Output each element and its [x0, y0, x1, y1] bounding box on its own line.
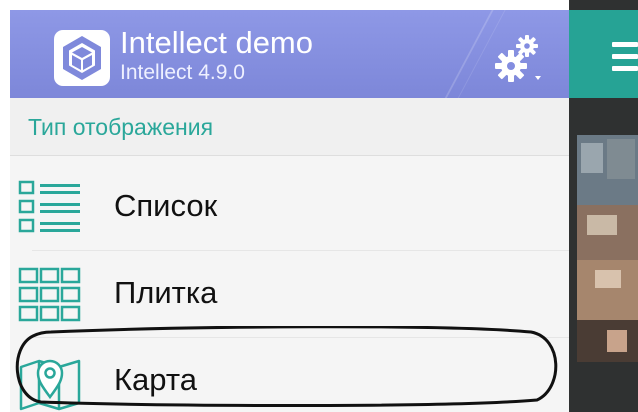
navigation-drawer: Intellect demo Intellect 4.9.0 Тип отобр… — [10, 10, 569, 412]
main-toolbar — [569, 10, 638, 98]
map-pin-icon — [19, 359, 81, 411]
settings-button[interactable] — [493, 32, 541, 84]
camera-thumbnail[interactable] — [577, 135, 638, 362]
app-title: Intellect demo — [120, 25, 313, 60]
drawer-header: Intellect demo Intellect 4.9.0 — [10, 10, 569, 98]
menu-item-list[interactable]: Список — [10, 164, 569, 251]
section-label: Тип отображения — [28, 114, 214, 140]
list-view-icon — [18, 180, 80, 233]
main-area — [569, 0, 638, 412]
section-header: Тип отображения — [10, 98, 569, 156]
gears-icon — [495, 35, 541, 82]
app-screen: Intellect demo Intellect 4.9.0 Тип отобр… — [0, 0, 638, 412]
menu-item-map[interactable]: Карта — [10, 338, 569, 412]
menu-item-tile[interactable]: Плитка — [10, 251, 569, 338]
header-decoration — [433, 10, 499, 98]
app-version: Intellect 4.9.0 — [120, 61, 245, 84]
menu-item-label: Карта — [114, 362, 197, 397]
hamburger-icon[interactable] — [612, 42, 638, 72]
menu-item-label: Плитка — [114, 275, 218, 310]
tile-view-icon — [18, 267, 81, 322]
intellect-logo-icon — [54, 30, 110, 86]
menu-item-label: Список — [114, 188, 218, 223]
